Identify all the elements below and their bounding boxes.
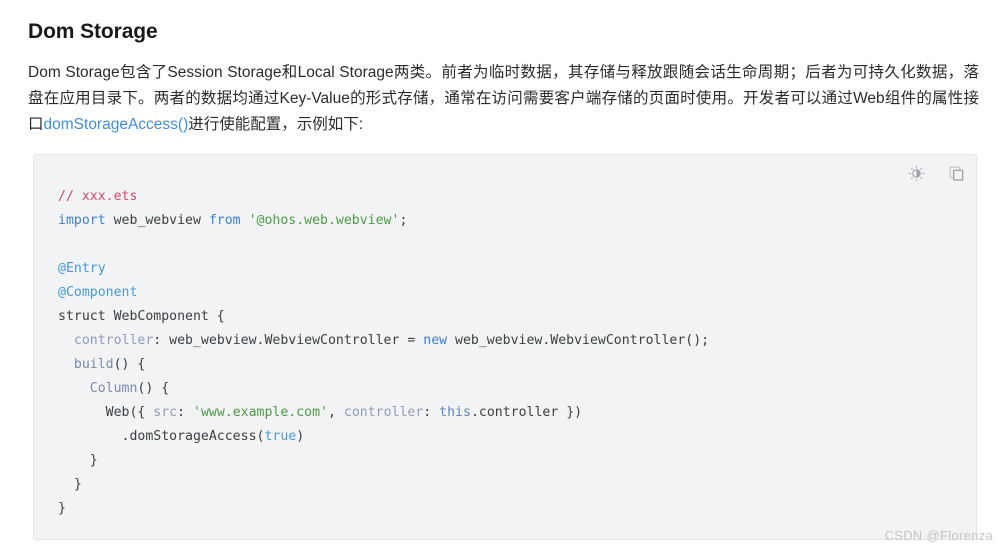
- code-token: controller: [73, 333, 154, 348]
- code-token: :: [177, 405, 193, 420]
- code-token: import: [58, 213, 106, 228]
- code-token: build: [73, 357, 114, 372]
- code-token: this: [439, 405, 471, 420]
- code-token: web_webview.WebviewController();: [447, 333, 710, 348]
- code-line: controller: web_webview.WebviewControlle…: [58, 329, 952, 353]
- code-token: }: [89, 453, 98, 468]
- code-token: true: [264, 429, 297, 444]
- code-token: web_webview: [105, 213, 209, 228]
- code-token: @Entry: [58, 261, 106, 276]
- code-line: }: [58, 497, 952, 521]
- code-line: Web({ src: 'www.example.com', controller…: [58, 401, 952, 425]
- code-line: .domStorageAccess(true): [58, 425, 952, 449]
- page-title: Dom Storage: [28, 20, 158, 43]
- code-line: }: [58, 449, 952, 473]
- code-token: }: [73, 477, 82, 492]
- code-token: Web({: [105, 405, 154, 420]
- code-token: @Component: [58, 285, 138, 300]
- code-token: new: [423, 333, 448, 348]
- code-line: }: [58, 473, 952, 497]
- code-token: from: [208, 213, 241, 228]
- code-token: 'www.example.com': [193, 405, 328, 420]
- code-token: () {: [113, 357, 146, 372]
- intro-paragraph: Dom Storage包含了Session Storage和Local Stor…: [28, 60, 979, 138]
- code-token: :: [423, 405, 440, 420]
- brightness-icon[interactable]: [906, 163, 926, 183]
- code-token: .controller }): [470, 405, 583, 420]
- code-line: build() {: [58, 353, 952, 377]
- document-body: Dom Storage Dom Storage包含了Session Storag…: [0, 18, 1007, 540]
- code-token: Column: [89, 381, 138, 396]
- code-content: // xxx.ets import web_webview from '@oho…: [34, 185, 976, 521]
- code-block-toolbar: [906, 163, 966, 183]
- code-token: ;: [399, 213, 408, 228]
- code-token: }: [58, 501, 66, 516]
- code-line: struct WebComponent {: [58, 305, 952, 329]
- csdn-watermark: CSDN @Florenza: [884, 528, 993, 543]
- code-token: struct WebComponent {: [58, 309, 225, 324]
- code-token: ): [296, 429, 305, 444]
- code-block: // xxx.ets import web_webview from '@oho…: [33, 154, 977, 540]
- code-line: @Component: [58, 281, 952, 305]
- code-token: .domStorageAccess(: [121, 429, 265, 444]
- code-token: src: [153, 405, 178, 420]
- copy-icon[interactable]: [946, 163, 966, 183]
- code-token: () {: [137, 381, 170, 396]
- code-token: : web_webview.WebviewController =: [153, 333, 424, 348]
- code-line: import web_webview from '@ohos.web.webvi…: [58, 209, 952, 233]
- dom-storage-access-link[interactable]: domStorageAccess(): [44, 116, 189, 133]
- code-token: '@ohos.web.webview': [248, 213, 400, 228]
- code-token: ,: [327, 405, 344, 420]
- code-token: // xxx.ets: [58, 189, 138, 204]
- code-line: Column() {: [58, 377, 952, 401]
- code-token: controller: [343, 405, 424, 420]
- code-line: // xxx.ets: [58, 185, 952, 209]
- paragraph-text-after-link: 进行使能配置，示例如下:: [188, 116, 364, 133]
- code-line: @Entry: [58, 257, 952, 281]
